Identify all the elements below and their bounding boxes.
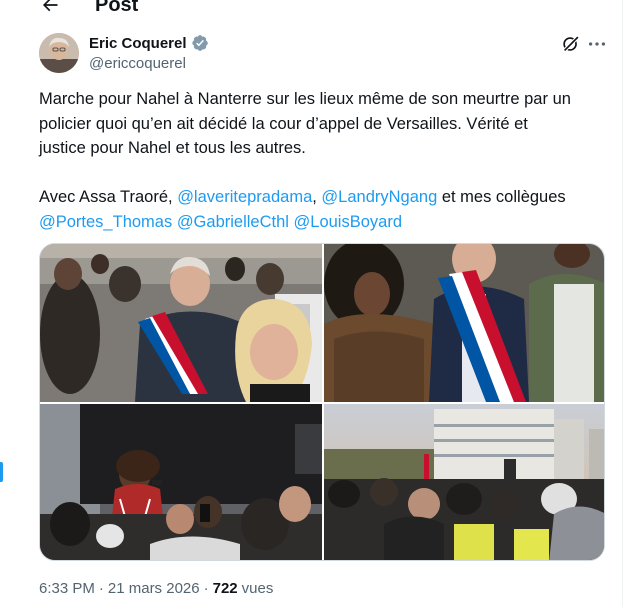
verified-badge-icon — [191, 34, 209, 52]
avec-suffix: et mes collègues — [437, 188, 566, 206]
author-handle[interactable]: @ericcoquerel — [89, 55, 186, 72]
author-name[interactable]: Eric Coquerel — [89, 34, 209, 52]
mention-link[interactable]: @laveritepradama — [177, 188, 312, 206]
views-label: vues — [241, 580, 274, 597]
more-horizontal-icon[interactable] — [586, 33, 608, 55]
column-divider — [622, 0, 623, 607]
tweet-date[interactable]: 21 mars 2026 — [108, 580, 200, 597]
mention-link[interactable]: @LouisBoyard — [294, 213, 402, 231]
tweet-meta: 6:33 PM · 21 mars 2026 · 722 vues — [39, 580, 273, 597]
back-button[interactable] — [36, 0, 64, 19]
grok-icon[interactable] — [560, 33, 582, 55]
mention-link[interactable]: @Portes_Thomas — [39, 213, 172, 231]
tweet-line-mentions: Avec Assa Traoré, @laveritepradama, @Lan… — [39, 185, 614, 210]
photo-2[interactable] — [324, 244, 604, 402]
tweet-line-mentions: @Portes_Thomas @GabrielleCthl @LouisBoya… — [39, 210, 614, 235]
page-title: Post — [95, 0, 139, 16]
meta-separator: · — [203, 580, 209, 597]
arrow-left-icon — [42, 0, 58, 12]
media-grid — [39, 243, 605, 561]
photo-3[interactable] — [40, 404, 322, 560]
tweet-text: Marche pour Nahel à Nanterre sur les lie… — [39, 87, 614, 234]
mention-link[interactable]: @GabrielleCthl — [177, 213, 289, 231]
tweet-line: justice pour Nahel et tous les autres. — [39, 139, 306, 157]
tweet-line: policier quoi qu’en ait décidé la cour d… — [39, 114, 528, 133]
tweet-time[interactable]: 6:33 PM — [39, 580, 95, 597]
mention-link[interactable]: @LandryNgang — [321, 188, 437, 206]
views-count: 722 — [212, 580, 238, 597]
avec-prefix: Avec Assa Traoré, — [39, 188, 178, 206]
avatar[interactable] — [39, 33, 79, 73]
photo-4[interactable] — [324, 404, 604, 560]
author-name-text: Eric Coquerel — [89, 34, 187, 52]
top-bar: Post — [0, 0, 637, 22]
meta-separator: · — [98, 580, 104, 597]
photo-1[interactable] — [40, 244, 322, 402]
tweet-line: Marche pour Nahel à Nanterre sur les lie… — [39, 90, 571, 108]
nav-active-indicator — [0, 462, 3, 482]
